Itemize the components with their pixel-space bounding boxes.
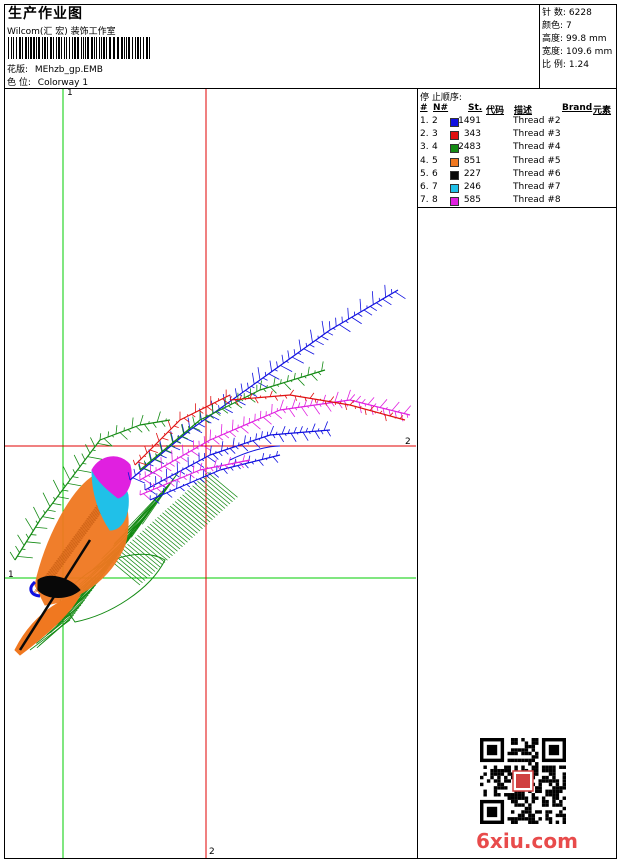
red-tail-tip	[229, 389, 406, 422]
axis-label-green-horizontal: 1	[8, 570, 14, 580]
watermark-text: 6xiu.com	[476, 829, 578, 853]
green-tail-feather	[138, 361, 326, 473]
blue-tail-feather-2	[144, 421, 332, 495]
axis-label-green-vertical: 1	[67, 88, 73, 98]
axis-label-red-horizontal: 2	[405, 437, 411, 447]
embroidery-canvas	[5, 89, 416, 858]
qr-code-image	[480, 738, 566, 824]
blue-tail-feather-1	[127, 284, 406, 484]
axis-label-red-vertical: 2	[209, 847, 215, 857]
